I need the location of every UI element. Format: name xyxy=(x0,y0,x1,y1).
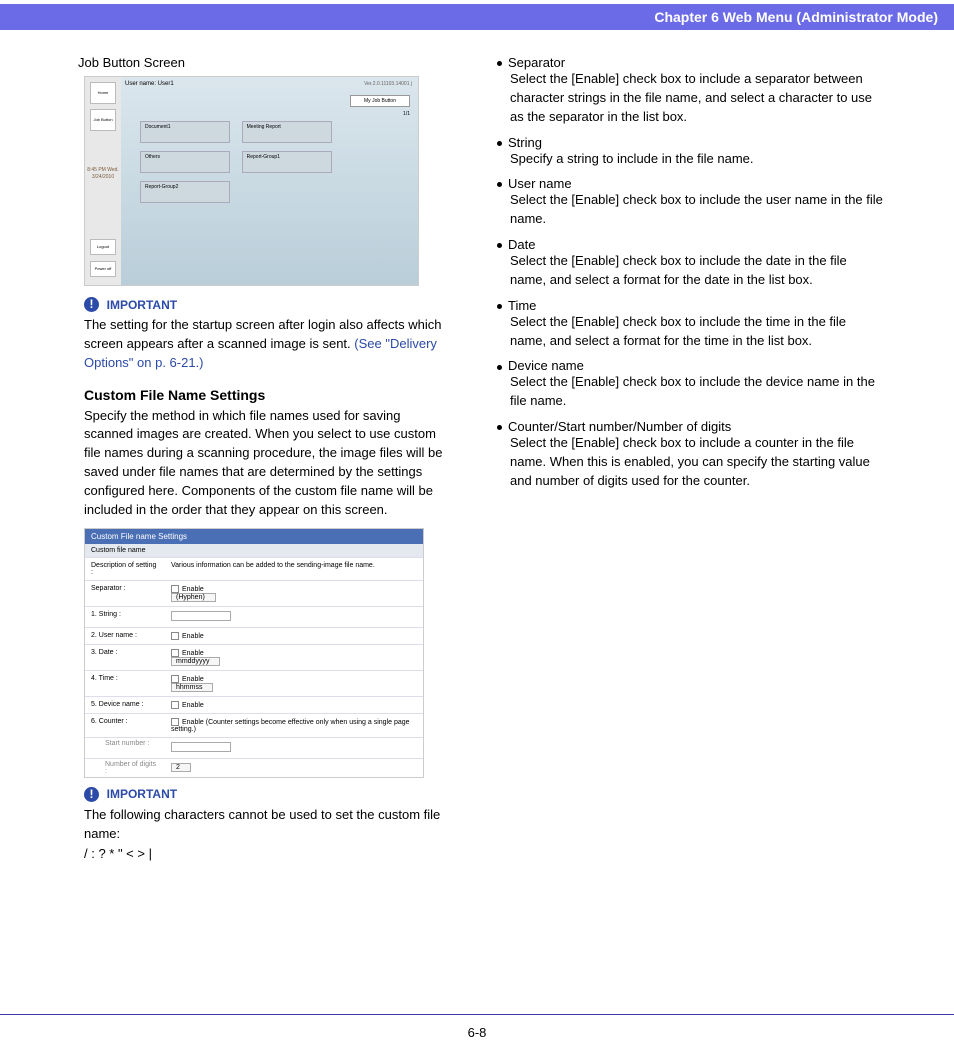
list-item: Counter/Start number/Number of digitsSel… xyxy=(497,419,884,491)
checkbox-icon xyxy=(171,675,179,683)
ss2-chk-label: Enable xyxy=(182,702,204,709)
select: 2 xyxy=(171,763,191,772)
tile: Others xyxy=(140,151,230,173)
list-item: StringSpecify a string to include in the… xyxy=(497,135,884,169)
ss2-row-label: 6. Counter : xyxy=(85,714,165,737)
opt-title: Separator xyxy=(508,55,565,70)
select: mmddyyyy xyxy=(171,657,220,666)
important-label: IMPORTANT xyxy=(107,787,177,801)
ss2-chk-label: Enable xyxy=(182,650,204,657)
opt-desc: Specify a string to include in the file … xyxy=(510,150,884,169)
tile: Meeting Report xyxy=(242,121,332,143)
custom-file-name-paragraph: Specify the method in which file names u… xyxy=(84,407,443,520)
opt-desc: Select the [Enable] check box to include… xyxy=(510,434,884,491)
ss2-row-label: Separator : xyxy=(85,581,165,606)
bullet-icon xyxy=(497,61,502,66)
ss2-row-label: 1. String : xyxy=(85,607,165,627)
select: (Hyphen) xyxy=(171,593,216,602)
chapter-header: Chapter 6 Web Menu (Administrator Mode) xyxy=(0,4,954,30)
bullet-icon xyxy=(497,304,502,309)
important-text-1: The setting for the startup screen after… xyxy=(84,316,443,373)
ss2-chk-label: Enable xyxy=(182,586,204,593)
list-item: DateSelect the [Enable] check box to inc… xyxy=(497,237,884,290)
bullet-icon xyxy=(497,182,502,187)
ss2-row-label: 4. Time : xyxy=(85,671,165,696)
list-item: User nameSelect the [Enable] check box t… xyxy=(497,176,884,229)
important-icon: ! xyxy=(84,787,99,802)
opt-desc: Select the [Enable] check box to include… xyxy=(510,373,884,411)
tile: Report-Group1 xyxy=(242,151,332,173)
page-number: 6-8 xyxy=(468,1025,487,1040)
bullet-icon xyxy=(497,425,502,430)
ss2-chk-label: Enable (Counter settings become effectiv… xyxy=(171,719,410,733)
opt-desc: Select the [Enable] check box to include… xyxy=(510,252,884,290)
input xyxy=(171,742,231,752)
input xyxy=(171,611,231,621)
logout-button: Logout xyxy=(90,239,116,255)
checkbox-icon xyxy=(171,701,179,709)
forbidden-chars: / : ? * " < > | xyxy=(84,845,443,864)
ss2-row-label: Description of setting : xyxy=(85,558,165,580)
ss2-row-label: 2. User name : xyxy=(85,628,165,644)
opt-title: String xyxy=(508,135,542,150)
version-label: Ver.2.0.11103.14001 j xyxy=(364,81,412,87)
important-icon: ! xyxy=(84,297,99,312)
custom-file-name-heading: Custom File Name Settings xyxy=(84,387,443,403)
custom-file-name-screenshot: Custom File name Settings Custom file na… xyxy=(84,528,424,778)
pager: 1/1 xyxy=(403,111,410,117)
opt-desc: Select the [Enable] check box to include… xyxy=(510,70,884,127)
ss2-row-label: 5. Device name : xyxy=(85,697,165,713)
bullet-icon xyxy=(497,365,502,370)
important-text-2: The following characters cannot be used … xyxy=(84,806,443,844)
important-label: IMPORTANT xyxy=(107,298,177,312)
bullet-icon xyxy=(497,243,502,248)
page-footer: 6-8 xyxy=(0,1014,954,1050)
ss2-row-val: Various information can be added to the … xyxy=(165,558,423,580)
tile: Report-Group2 xyxy=(140,181,230,203)
opt-desc: Select the [Enable] check box to include… xyxy=(510,313,884,351)
ss2-subrow-label: Number of digits : xyxy=(85,759,165,777)
ss2-chk-label: Enable xyxy=(182,676,204,683)
checkbox-icon xyxy=(171,649,179,657)
ss2-subrow-label: Start number : xyxy=(85,738,165,758)
power-button: Power off xyxy=(90,261,116,277)
ss2-row-label: 3. Date : xyxy=(85,645,165,670)
right-column: SeparatorSelect the [Enable] check box t… xyxy=(497,55,884,864)
options-list: SeparatorSelect the [Enable] check box t… xyxy=(497,55,884,491)
job-button-screenshot: Home Job Button 8:45 PM Wed. 3/24/2010 L… xyxy=(84,76,419,286)
opt-title: Time xyxy=(508,298,536,313)
opt-title: User name xyxy=(508,176,572,191)
user-label: User name: User1 xyxy=(125,81,174,87)
list-item: SeparatorSelect the [Enable] check box t… xyxy=(497,55,884,127)
bullet-icon xyxy=(497,141,502,146)
ss2-title: Custom File name Settings xyxy=(85,529,423,544)
opt-title: Device name xyxy=(508,358,584,373)
ss2-chk-label: Enable xyxy=(182,633,204,640)
left-column: Job Button Screen Home Job Button 8:45 P… xyxy=(70,55,457,864)
tile: Document1 xyxy=(140,121,230,143)
timestamp: 8:45 PM Wed. 3/24/2010 xyxy=(87,167,119,180)
checkbox-icon xyxy=(171,718,179,726)
opt-title: Counter/Start number/Number of digits xyxy=(508,419,731,434)
job-button-icon: Job Button xyxy=(90,109,116,131)
opt-desc: Select the [Enable] check box to include… xyxy=(510,191,884,229)
list-item: Device nameSelect the [Enable] check box… xyxy=(497,358,884,411)
ss2-sub: Custom file name xyxy=(85,544,423,557)
list-item: TimeSelect the [Enable] check box to inc… xyxy=(497,298,884,351)
checkbox-icon xyxy=(171,585,179,593)
checkbox-icon xyxy=(171,632,179,640)
figure1-caption: Job Button Screen xyxy=(78,55,457,70)
home-icon: Home xyxy=(90,82,116,104)
select: hhmmss xyxy=(171,683,213,692)
opt-title: Date xyxy=(508,237,535,252)
my-job-button: My Job Button xyxy=(350,95,410,107)
